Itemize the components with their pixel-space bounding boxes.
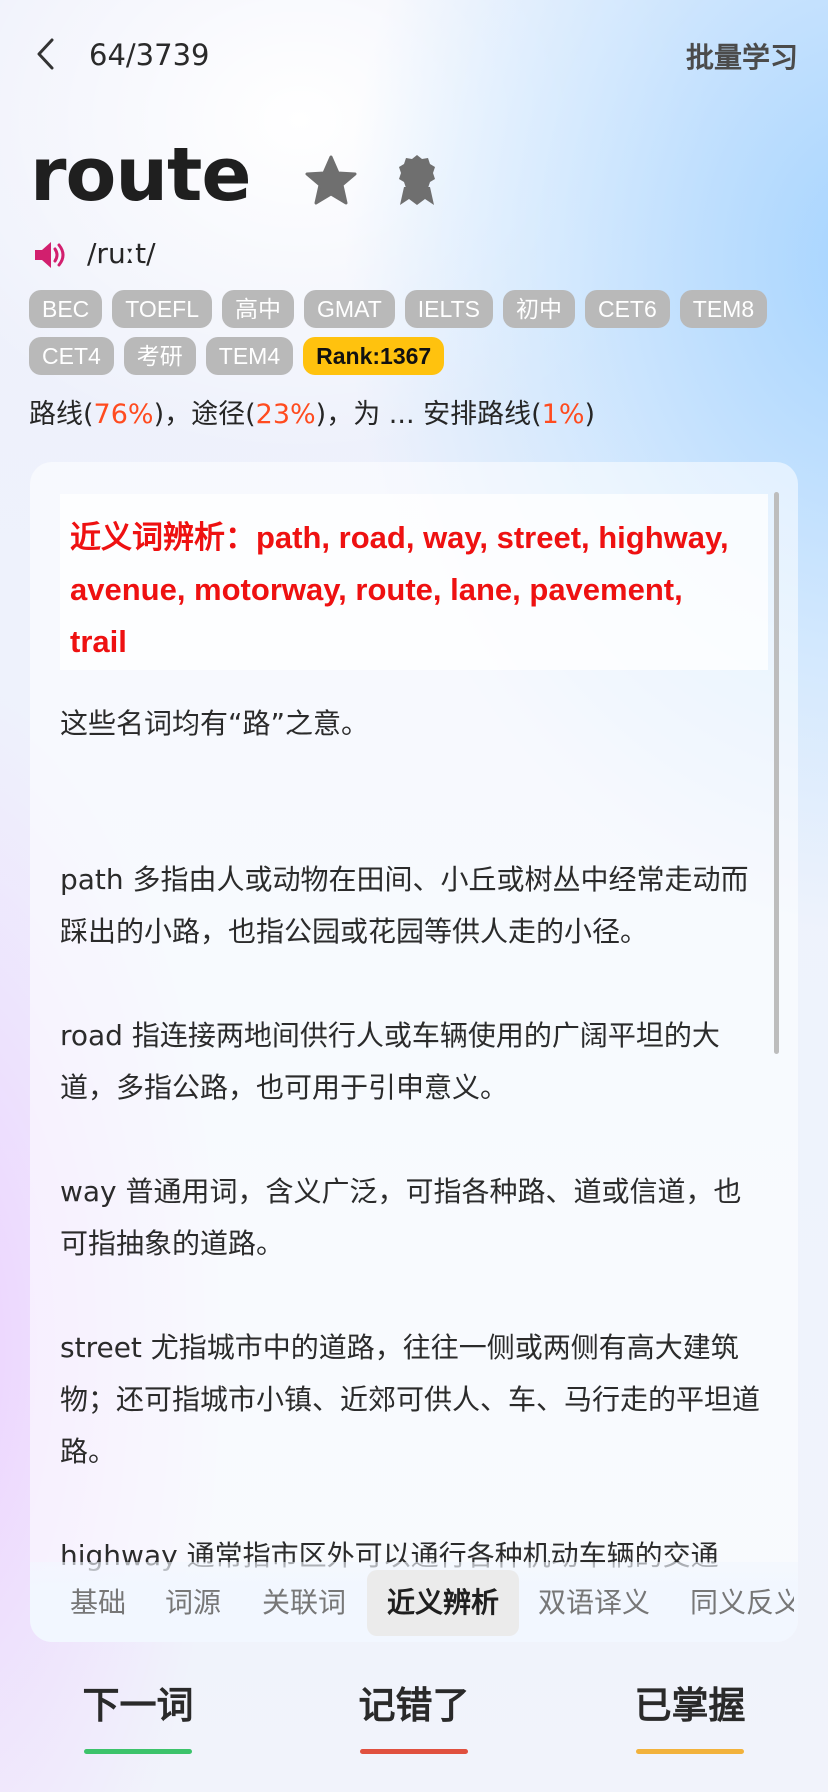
meaning-separator: ) (584, 399, 596, 430)
action-label: 记错了 (358, 1684, 470, 1727)
mastery-badge-button[interactable] (392, 153, 442, 209)
batch-study-button[interactable]: 批量学习 (686, 36, 798, 76)
pronounce-button[interactable] (33, 238, 69, 272)
meaning-percent: 76% (93, 399, 154, 430)
content-card: 近义词辨析：path, road, way, street, highway, … (30, 462, 798, 1642)
tab-bilingual-definition[interactable]: 双语译义 (538, 1570, 650, 1636)
synonym-header-box: 近义词辨析：path, road, way, street, highway, … (60, 494, 768, 670)
meaning-separator: )， (153, 399, 192, 430)
exam-tag: 初中 (502, 290, 575, 328)
wrong-button[interactable]: 记错了 (349, 1675, 479, 1754)
explanation-paragraph: road 指连接两地间供行人或车辆使用的广阔平坦的大道，多指公路，也可用于引申意… (60, 1019, 720, 1104)
exam-tag: CET6 (584, 290, 670, 328)
action-label: 已掌握 (634, 1684, 746, 1727)
synonym-title: 近义词辨析：path, road, way, street, highway, … (70, 520, 729, 659)
card-scroll-area[interactable]: 近义词辨析：path, road, way, street, highway, … (30, 462, 798, 1642)
award-badge-icon (399, 155, 435, 205)
meaning-text: 为 ... 安排路线( (353, 399, 542, 430)
meaning-text: 途径( (191, 399, 256, 430)
explanation-paragraph: path 多指由人或动物在田间、小丘或树丛中经常走动而踩出的小路，也指公园或花园… (60, 863, 749, 948)
action-underline (360, 1749, 468, 1754)
exam-tag: 高中 (222, 290, 295, 328)
chevron-left-icon (37, 38, 54, 70)
mastered-button[interactable]: 已掌握 (625, 1675, 755, 1754)
exam-tag: BEC (29, 290, 103, 328)
explanation-paragraph: street 尤指城市中的道路，往往一侧或两侧有高大建筑物；还可指城市小镇、近郊… (60, 1331, 761, 1468)
scrollbar[interactable] (774, 492, 779, 1054)
progress-counter: 64/3739 (89, 38, 210, 72)
tab-synonyms-antonyms[interactable]: 同义反义 (690, 1570, 794, 1636)
meaning-text: 路线( (29, 399, 94, 430)
favorite-button[interactable] (303, 153, 359, 209)
star-icon (305, 155, 357, 205)
exam-tag: GMAT (304, 290, 395, 328)
meaning-separator: )， (315, 399, 354, 430)
exam-tag: TEM8 (679, 290, 768, 328)
rank-badge: Rank:1367 (303, 337, 445, 375)
explanation-paragraph: way 普通用词，含义广泛，可指各种路、道或信道，也可指抽象的道路。 (60, 1175, 742, 1260)
section-tabs: 基础 词源 关联词 近义辨析 双语译义 同义反义 (30, 1562, 798, 1642)
phonetic: /ruːt/ (87, 237, 156, 270)
word-meaning: 路线(76%)，途径(23%)，为 ... 安排路线(1%) (29, 392, 595, 431)
exam-tags: BEC TOEFL 高中 GMAT IELTS 初中 CET6 TEM8 CET… (29, 290, 809, 375)
action-underline (84, 1749, 192, 1754)
exam-tag: IELTS (404, 290, 493, 328)
tab-synonym-analysis[interactable]: 近义辨析 (367, 1570, 520, 1636)
explanation-paragraph: 这些名词均有“路”之意。 (60, 707, 370, 740)
exam-tag: 考研 (123, 337, 196, 375)
exam-tag: TEM4 (205, 337, 294, 375)
meaning-percent: 1% (541, 399, 585, 430)
speaker-icon (35, 242, 65, 268)
exam-tag: TOEFL (112, 290, 213, 328)
tab-etymology[interactable]: 词源 (165, 1570, 221, 1636)
tab-basic[interactable]: 基础 (70, 1570, 126, 1636)
meaning-percent: 23% (255, 399, 316, 430)
action-underline (636, 1749, 744, 1754)
back-button[interactable] (28, 32, 68, 76)
tab-related-words[interactable]: 关联词 (262, 1570, 346, 1636)
word-title: route (30, 132, 252, 218)
action-label: 下一词 (82, 1684, 194, 1727)
exam-tag: CET4 (29, 337, 114, 375)
next-word-button[interactable]: 下一词 (73, 1675, 203, 1754)
